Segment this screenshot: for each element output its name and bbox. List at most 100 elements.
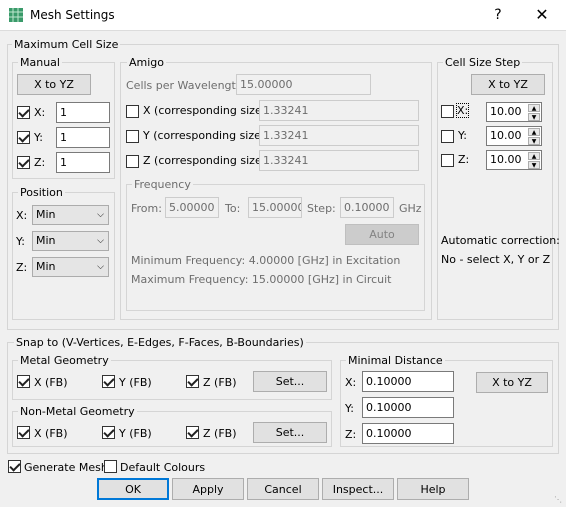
help-button[interactable]: Help <box>397 478 469 500</box>
spin-down-icon[interactable]: ▼ <box>528 137 540 145</box>
amigo-legend: Amigo <box>127 56 167 69</box>
cells-per-wavelength-input[interactable]: 15.00000 <box>236 74 371 95</box>
mindist-y-label: Y: <box>345 402 354 415</box>
ok-button[interactable]: OK <box>97 478 169 500</box>
cells-per-wavelength-label: Cells per Wavelength: <box>126 79 247 92</box>
spin-down-icon[interactable]: ▼ <box>528 161 540 169</box>
chevron-down-icon: ⌵ <box>97 236 104 246</box>
mindist-z-label: Z: <box>345 428 357 441</box>
step-x-to-yz-button[interactable]: X to YZ <box>471 74 545 95</box>
amigo-z-label: Z (corresponding size) <box>143 154 267 167</box>
metal-y-label: Y (FB) <box>119 376 152 389</box>
max-frequency-text: Maximum Frequency: 15.00000 [GHz] in Cir… <box>131 273 392 286</box>
position-legend: Position <box>18 186 65 199</box>
amigo-x-checkbox[interactable] <box>126 105 139 118</box>
mindist-x-label: X: <box>345 376 357 389</box>
step-y-label: Y: <box>458 129 467 142</box>
manual-x-checkbox[interactable] <box>17 106 30 119</box>
freq-to-label: To: <box>225 202 241 215</box>
metal-z-checkbox[interactable] <box>186 375 199 388</box>
nonmetal-set-button[interactable]: Set... <box>253 422 327 443</box>
amigo-y-label: Y (corresponding size) <box>143 129 266 142</box>
apply-button[interactable]: Apply <box>172 478 244 500</box>
mindist-x-to-yz-button[interactable]: X to YZ <box>476 372 548 393</box>
freq-from-label: From: <box>131 202 162 215</box>
cancel-button[interactable]: Cancel <box>247 478 319 500</box>
nonmetal-z-label: Z (FB) <box>203 427 237 440</box>
manual-z-input[interactable]: 1 <box>56 152 110 173</box>
position-y-label: Y: <box>16 235 25 248</box>
nonmetal-x-label: X (FB) <box>34 427 68 440</box>
resize-grip-icon[interactable]: ⋱ <box>554 495 564 505</box>
metal-z-label: Z (FB) <box>203 376 237 389</box>
amigo-y-checkbox[interactable] <box>126 130 139 143</box>
manual-x-to-yz-button[interactable]: X to YZ <box>17 74 91 95</box>
nonmetal-y-checkbox[interactable] <box>102 426 115 439</box>
amigo-y-input[interactable]: 1.33241 <box>259 125 419 146</box>
step-y-spinner[interactable]: 10.00 ▲ ▼ <box>486 126 542 146</box>
position-z-select[interactable]: Min ⌵ <box>32 257 109 277</box>
nonmetal-geometry-legend: Non-Metal Geometry <box>18 405 137 418</box>
mindist-x-input[interactable]: 0.10000 <box>362 371 454 392</box>
minimal-distance-legend: Minimal Distance <box>346 354 445 367</box>
metal-y-checkbox[interactable] <box>102 375 115 388</box>
cell-size-step-legend: Cell Size Step <box>443 56 523 69</box>
step-y-value: 10.00 <box>490 129 522 142</box>
max-cell-size-legend: Maximum Cell Size <box>12 38 121 51</box>
chevron-down-icon: ⌵ <box>97 210 104 220</box>
manual-z-checkbox[interactable] <box>17 156 30 169</box>
manual-y-checkbox[interactable] <box>17 131 30 144</box>
close-icon[interactable]: ✕ <box>528 4 556 26</box>
freq-from-input[interactable]: 5.00000 <box>165 197 219 218</box>
help-title-button[interactable]: ? <box>486 4 510 26</box>
auto-correction-text: No - select X, Y or Z <box>441 253 551 266</box>
position-z-label: Z: <box>16 261 28 274</box>
amigo-x-label: X (corresponding size) <box>143 104 267 117</box>
amigo-z-checkbox[interactable] <box>126 155 139 168</box>
step-x-spinner[interactable]: 10.00 ▲ ▼ <box>486 102 542 122</box>
snap-legend: Snap to (V-Vertices, E-Edges, F-Faces, B… <box>14 336 306 349</box>
spin-down-icon[interactable]: ▼ <box>528 113 540 121</box>
step-x-checkbox[interactable] <box>441 105 454 118</box>
position-y-select[interactable]: Min ⌵ <box>32 231 109 251</box>
step-x-value: 10.00 <box>490 105 522 118</box>
metal-geometry-legend: Metal Geometry <box>18 354 111 367</box>
nonmetal-z-checkbox[interactable] <box>186 426 199 439</box>
mindist-y-input[interactable]: 0.10000 <box>362 397 454 418</box>
metal-set-button[interactable]: Set... <box>253 371 327 392</box>
manual-y-label: Y: <box>34 131 43 144</box>
position-x-value: Min <box>36 208 56 221</box>
manual-z-label: Z: <box>34 156 46 169</box>
mindist-z-input[interactable]: 0.10000 <box>362 423 454 444</box>
nonmetal-x-checkbox[interactable] <box>17 426 30 439</box>
nonmetal-y-label: Y (FB) <box>119 427 152 440</box>
default-colours-label: Default Colours <box>120 461 206 474</box>
manual-x-input[interactable]: 1 <box>56 102 110 123</box>
metal-x-label: X (FB) <box>34 376 68 389</box>
metal-x-checkbox[interactable] <box>17 375 30 388</box>
position-z-value: Min <box>36 260 56 273</box>
spin-up-icon[interactable]: ▲ <box>528 104 540 112</box>
freq-to-input[interactable]: 15.00000 <box>248 197 302 218</box>
spin-up-icon[interactable]: ▲ <box>528 128 540 136</box>
cell-size-step-group <box>437 62 553 320</box>
manual-y-input[interactable]: 1 <box>56 127 110 148</box>
default-colours-checkbox[interactable] <box>104 460 117 473</box>
auto-button[interactable]: Auto <box>345 224 419 245</box>
amigo-z-input[interactable]: 1.33241 <box>259 150 419 171</box>
step-x-label: X: <box>455 103 470 118</box>
step-z-checkbox[interactable] <box>441 154 454 167</box>
step-y-checkbox[interactable] <box>441 130 454 143</box>
position-x-select[interactable]: Min ⌵ <box>32 205 109 225</box>
manual-legend: Manual <box>18 56 62 69</box>
amigo-x-input[interactable]: 1.33241 <box>259 100 419 121</box>
manual-x-label: X: <box>34 106 46 119</box>
spin-up-icon[interactable]: ▲ <box>528 152 540 160</box>
freq-step-label: Step: <box>307 202 336 215</box>
step-z-spinner[interactable]: 10.00 ▲ ▼ <box>486 150 542 170</box>
min-frequency-text: Minimum Frequency: 4.00000 [GHz] in Exci… <box>131 254 401 267</box>
window-title: Mesh Settings <box>30 8 115 22</box>
inspect-button[interactable]: Inspect... <box>322 478 394 500</box>
freq-step-input[interactable]: 0.10000 <box>340 197 394 218</box>
generate-mesh-checkbox[interactable] <box>8 460 21 473</box>
